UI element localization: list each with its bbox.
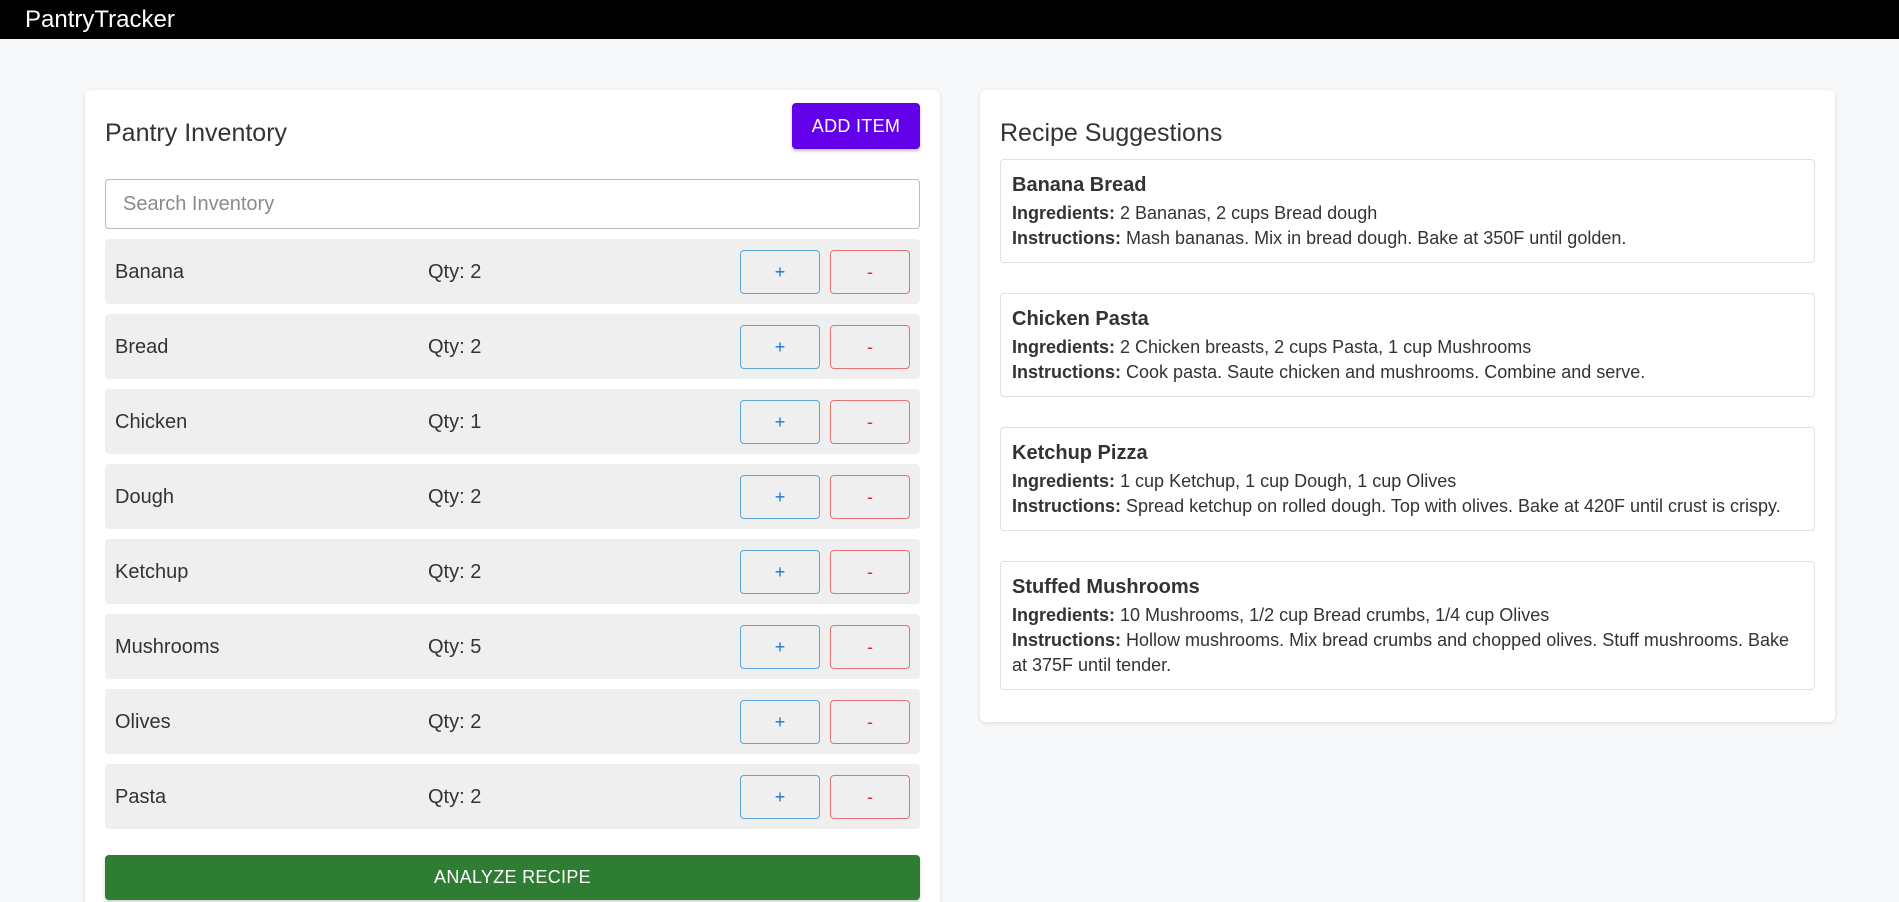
inventory-row-dough: Dough Qty: 2 + -: [105, 464, 920, 529]
recipe-card-ketchup-pizza: Ketchup Pizza Ingredients: 1 cup Ketchup…: [1000, 427, 1815, 531]
app-bar: PantryTracker: [0, 0, 1899, 39]
item-quantity: Qty: 1: [428, 411, 482, 433]
decrease-quantity-button[interactable]: -: [830, 250, 910, 294]
increase-quantity-button[interactable]: +: [740, 400, 820, 444]
pantry-inventory-card: Pantry Inventory ADD ITEM Banana Qty: 2 …: [85, 90, 940, 902]
instructions-text: Mash bananas. Mix in bread dough. Bake a…: [1126, 228, 1627, 248]
inventory-list: Banana Qty: 2 + - Bread Qty: 2 + - Chick…: [105, 239, 920, 839]
increase-quantity-button[interactable]: +: [740, 475, 820, 519]
recipe-card-chicken-pasta: Chicken Pasta Ingredients: 2 Chicken bre…: [1000, 293, 1815, 397]
pantry-inventory-title: Pantry Inventory: [105, 119, 288, 147]
item-quantity: Qty: 2: [428, 336, 482, 358]
item-name: Pasta: [115, 786, 167, 808]
item-quantity: Qty: 2: [428, 261, 482, 283]
recipe-instructions: Instructions: Cook pasta. Saute chicken …: [1012, 360, 1803, 385]
item-name: Mushrooms: [115, 636, 220, 658]
recipe-instructions: Instructions: Mash bananas. Mix in bread…: [1012, 226, 1803, 251]
recipe-ingredients: Ingredients: 10 Mushrooms, 1/2 cup Bread…: [1012, 603, 1803, 628]
item-name: Bread: [115, 336, 169, 358]
decrease-quantity-button[interactable]: -: [830, 700, 910, 744]
item-quantity: Qty: 2: [428, 561, 482, 583]
instructions-label: Instructions:: [1012, 362, 1122, 382]
increase-quantity-button[interactable]: +: [740, 325, 820, 369]
item-name: Ketchup: [115, 561, 189, 583]
inventory-row-banana: Banana Qty: 2 + -: [105, 239, 920, 304]
decrease-quantity-button[interactable]: -: [830, 550, 910, 594]
inventory-row-ketchup: Ketchup Qty: 2 + -: [105, 539, 920, 604]
analyze-recipe-button[interactable]: ANALYZE RECIPE: [105, 855, 920, 900]
item-name: Chicken: [115, 411, 188, 433]
instructions-text: Hollow mushrooms. Mix bread crumbs and c…: [1012, 630, 1789, 675]
inventory-row-pasta: Pasta Qty: 2 + -: [105, 764, 920, 829]
inventory-row-olives: Olives Qty: 2 + -: [105, 689, 920, 754]
recipe-suggestions-card: Recipe Suggestions Banana Bread Ingredie…: [980, 90, 1835, 722]
recipe-ingredients: Ingredients: 1 cup Ketchup, 1 cup Dough,…: [1012, 469, 1803, 494]
instructions-label: Instructions:: [1012, 228, 1122, 248]
ingredients-label: Ingredients:: [1012, 605, 1116, 625]
recipe-ingredients: Ingredients: 2 Bananas, 2 cups Bread dou…: [1012, 201, 1803, 226]
ingredients-label: Ingredients:: [1012, 337, 1116, 357]
recipe-card-banana-bread: Banana Bread Ingredients: 2 Bananas, 2 c…: [1000, 159, 1815, 263]
instructions-label: Instructions:: [1012, 630, 1122, 650]
item-name: Banana: [115, 261, 184, 283]
increase-quantity-button[interactable]: +: [740, 550, 820, 594]
instructions-label: Instructions:: [1012, 496, 1122, 516]
inventory-row-chicken: Chicken Qty: 1 + -: [105, 389, 920, 454]
ingredients-text: 1 cup Ketchup, 1 cup Dough, 1 cup Olives: [1120, 471, 1457, 491]
recipe-name: Banana Bread: [1012, 174, 1147, 196]
recipe-name: Ketchup Pizza: [1012, 442, 1148, 464]
decrease-quantity-button[interactable]: -: [830, 475, 910, 519]
ingredients-text: 2 Chicken breasts, 2 cups Pasta, 1 cup M…: [1120, 337, 1532, 357]
item-quantity: Qty: 5: [428, 636, 482, 658]
recipe-instructions: Instructions: Hollow mushrooms. Mix brea…: [1012, 628, 1803, 678]
instructions-text: Cook pasta. Saute chicken and mushrooms.…: [1126, 362, 1646, 382]
ingredients-label: Ingredients:: [1012, 203, 1116, 223]
increase-quantity-button[interactable]: +: [740, 625, 820, 669]
recipe-list: Banana Bread Ingredients: 2 Bananas, 2 c…: [1000, 159, 1815, 720]
ingredients-text: 10 Mushrooms, 1/2 cup Bread crumbs, 1/4 …: [1120, 605, 1550, 625]
recipe-name: Chicken Pasta: [1012, 308, 1149, 330]
recipe-name: Stuffed Mushrooms: [1012, 576, 1200, 598]
recipe-instructions: Instructions: Spread ketchup on rolled d…: [1012, 494, 1803, 519]
ingredients-text: 2 Bananas, 2 cups Bread dough: [1120, 203, 1378, 223]
item-quantity: Qty: 2: [428, 786, 482, 808]
increase-quantity-button[interactable]: +: [740, 250, 820, 294]
item-quantity: Qty: 2: [428, 486, 482, 508]
search-inventory-input[interactable]: [105, 179, 920, 229]
decrease-quantity-button[interactable]: -: [830, 775, 910, 819]
recipe-ingredients: Ingredients: 2 Chicken breasts, 2 cups P…: [1012, 335, 1803, 360]
inventory-row-bread: Bread Qty: 2 + -: [105, 314, 920, 379]
item-quantity: Qty: 2: [428, 711, 482, 733]
recipe-suggestions-title: Recipe Suggestions: [1000, 119, 1223, 147]
ingredients-label: Ingredients:: [1012, 471, 1116, 491]
increase-quantity-button[interactable]: +: [740, 700, 820, 744]
item-name: Dough: [115, 486, 174, 508]
instructions-text: Spread ketchup on rolled dough. Top with…: [1126, 496, 1781, 516]
decrease-quantity-button[interactable]: -: [830, 400, 910, 444]
inventory-row-mushrooms: Mushrooms Qty: 5 + -: [105, 614, 920, 679]
increase-quantity-button[interactable]: +: [740, 775, 820, 819]
decrease-quantity-button[interactable]: -: [830, 325, 910, 369]
decrease-quantity-button[interactable]: -: [830, 625, 910, 669]
add-item-button[interactable]: ADD ITEM: [792, 103, 920, 149]
item-name: Olives: [115, 711, 171, 733]
app-title: PantryTracker: [25, 6, 175, 33]
recipe-card-stuffed-mushrooms: Stuffed Mushrooms Ingredients: 10 Mushro…: [1000, 561, 1815, 690]
